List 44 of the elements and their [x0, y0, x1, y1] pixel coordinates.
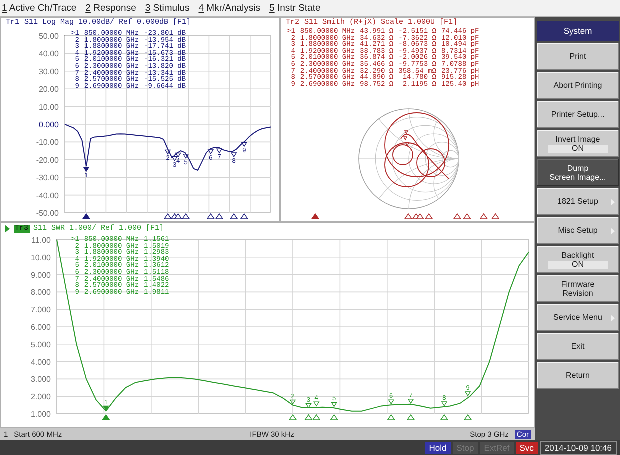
- axis-tick-label: -20.00: [36, 156, 59, 165]
- status-indicator: 2014-10-09 10:46: [540, 440, 617, 454]
- axis-tick-label: 20.00: [38, 85, 59, 94]
- softkey-button[interactable]: Firmware Revision: [537, 275, 619, 302]
- softkey-button[interactable]: Print: [537, 43, 619, 70]
- softkey-button[interactable]: 1821 Setup: [537, 188, 619, 215]
- status-indicator: Svc: [516, 442, 538, 454]
- axis-tick-label: 2.000: [30, 392, 51, 402]
- softkey-button[interactable]: Backlight ON: [537, 246, 619, 273]
- softkey-button[interactable]: Invert Image ON: [537, 130, 619, 157]
- axis-tick-label: 3.000: [30, 375, 51, 384]
- softkey-button[interactable]: Abort Printing: [537, 72, 619, 99]
- axis-tick-label: -40.00: [36, 191, 59, 200]
- axis-tick-label: 9.000: [30, 270, 51, 280]
- axis-tick-label: 50.00: [38, 32, 59, 41]
- softkey-button[interactable]: Dump Screen Image...: [537, 159, 619, 186]
- softkey-button[interactable]: Printer Setup...: [537, 101, 619, 128]
- axis-tick-label: -50.00: [36, 209, 59, 218]
- softkey-menu-title: System: [537, 21, 619, 41]
- menu-item[interactable]: 2 Response: [86, 2, 136, 14]
- axis-tick-label: 10.00: [38, 102, 59, 112]
- axis-tick-label: -10.00: [36, 138, 59, 148]
- menu-item[interactable]: 3 Stimulus: [145, 2, 190, 14]
- softkey-button[interactable]: Service Menu: [537, 304, 619, 331]
- softkey-button[interactable]: Exit: [537, 333, 619, 360]
- axis-tick-label: 0.000: [38, 120, 59, 130]
- axis-tick-label: -30.00: [36, 174, 59, 183]
- softkey-button[interactable]: Misc Setup: [537, 217, 619, 244]
- menu-item[interactable]: 4 Mkr/Analysis: [198, 2, 261, 14]
- marker-cluster-icon: [403, 130, 410, 147]
- axis-tick-label: 10.00: [30, 253, 51, 262]
- menu-item[interactable]: 5 Instr State: [270, 2, 321, 14]
- axis-tick-label: 6.000: [30, 323, 51, 332]
- axis-tick-label: 40.00: [38, 50, 59, 59]
- menu-item[interactable]: 1 Active Ch/Trace: [2, 2, 77, 14]
- axis-tick-label: 11.00: [32, 236, 51, 245]
- status-indicator: Hold: [425, 442, 451, 454]
- axis-tick-label: 30.00: [38, 67, 59, 76]
- axis-tick-label: 7.000: [30, 306, 51, 315]
- axis-tick-label: 5.000: [30, 340, 51, 350]
- axis-tick-label: 4.000: [30, 358, 51, 367]
- softkey-button[interactable]: Return: [537, 362, 619, 389]
- axis-tick-label: 8.000: [30, 288, 51, 298]
- axis-tick-label: 1.000: [30, 410, 51, 419]
